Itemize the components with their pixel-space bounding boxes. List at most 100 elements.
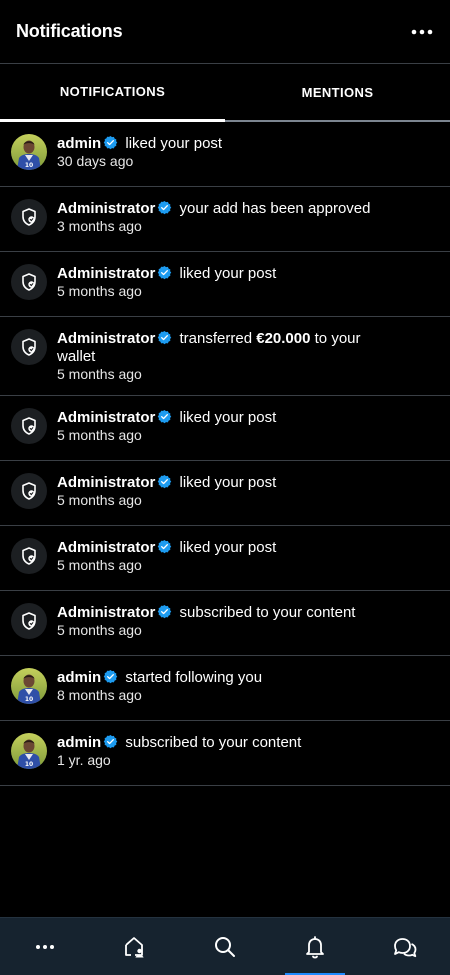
- home-user-icon: [125, 936, 144, 957]
- nav-home-button[interactable]: [105, 918, 165, 975]
- system-avatar[interactable]: [11, 329, 47, 365]
- user-name[interactable]: Administrator: [57, 474, 155, 491]
- user-name[interactable]: admin: [57, 734, 101, 751]
- notification-time: 30 days ago: [57, 153, 134, 169]
- notification-item[interactable]: Administrator subscribed to your content…: [0, 591, 450, 656]
- avatar[interactable]: 10: [11, 733, 47, 769]
- notification-content: admin started following you 8 months ago: [57, 668, 440, 704]
- notification-action: liked your post: [125, 135, 223, 152]
- notification-action: transferred: [179, 330, 253, 347]
- top-bar: Notifications: [0, 0, 450, 64]
- notification-action: subscribed to your content: [125, 734, 302, 751]
- search-icon: [215, 936, 235, 957]
- system-avatar[interactable]: [11, 603, 47, 639]
- notification-text: Administrator transferred €20.000 to you…: [57, 330, 440, 366]
- notification-content: Administrator liked your post 5 months ag…: [57, 538, 440, 574]
- notification-text: Administrator liked your post: [57, 409, 440, 427]
- user-name[interactable]: Administrator: [57, 604, 155, 621]
- verified-badge-icon: [158, 330, 172, 345]
- user-avatar-photo: 10: [11, 668, 47, 704]
- notification-time: 5 months ago: [57, 366, 142, 382]
- notification-time: 1 yr. ago: [57, 752, 111, 768]
- notification-time: 8 months ago: [57, 687, 142, 703]
- notification-time: 5 months ago: [57, 557, 142, 573]
- user-name[interactable]: admin: [57, 135, 101, 152]
- nav-messages-button[interactable]: [375, 918, 435, 975]
- system-avatar[interactable]: [11, 199, 47, 235]
- user-name[interactable]: Administrator: [57, 265, 155, 282]
- notification-item[interactable]: Administrator liked your post 5 months ag…: [0, 461, 450, 526]
- notification-time: 5 months ago: [57, 283, 142, 299]
- user-avatar-photo: 10: [11, 134, 47, 170]
- notification-text: Administrator liked your post: [57, 474, 440, 492]
- notification-item[interactable]: 10 admin subscribed to your content 1 yr. …: [0, 721, 450, 786]
- notifications-list: 10 admin liked your post 30 days ago Admini…: [0, 122, 450, 786]
- notification-suffix: to your: [314, 330, 361, 347]
- notification-item[interactable]: 10 admin liked your post 30 days ago: [0, 122, 450, 187]
- tab-notifications[interactable]: NOTIFICATIONS: [0, 64, 225, 122]
- system-avatar[interactable]: [11, 538, 47, 574]
- notification-content: admin subscribed to your content 1 yr. ag…: [57, 733, 440, 769]
- nav-menu-button[interactable]: [15, 918, 75, 975]
- nav-search-button[interactable]: [195, 918, 255, 975]
- tab-mentions-label: MENTIONS: [301, 84, 374, 100]
- notification-action: subscribed to your content: [179, 604, 356, 621]
- user-avatar-photo: 10: [11, 733, 47, 769]
- page-title: Notifications: [16, 21, 123, 41]
- avatar[interactable]: 10: [11, 668, 47, 704]
- more-horizontal-icon: [411, 29, 433, 34]
- notification-line2: wallet: [57, 348, 96, 365]
- verified-badge-icon: [158, 539, 172, 554]
- verified-badge-icon: [103, 669, 118, 684]
- notification-text: Administrator subscribed to your content: [57, 604, 440, 622]
- transfer-amount: €20.000: [256, 330, 311, 347]
- notification-text: admin liked your post: [57, 135, 440, 153]
- notification-item[interactable]: 10 admin started following you 8 months ag…: [0, 656, 450, 721]
- notification-content: admin liked your post 30 days ago: [57, 134, 440, 170]
- notification-content: Administrator liked your post 5 months ag…: [57, 264, 440, 300]
- user-name[interactable]: Administrator: [57, 200, 155, 217]
- verified-badge-icon: [103, 734, 118, 749]
- shield-icon: [22, 208, 36, 226]
- notification-time: 5 months ago: [57, 427, 142, 443]
- shield-icon: [22, 612, 36, 630]
- avatar[interactable]: 10: [11, 134, 47, 170]
- notification-item[interactable]: Administrator liked your post 5 months ag…: [0, 396, 450, 461]
- user-name[interactable]: admin: [57, 669, 101, 686]
- system-avatar[interactable]: [11, 264, 47, 300]
- more-horizontal-icon: [36, 944, 54, 949]
- notification-item[interactable]: Administrator your add has been approved…: [0, 187, 450, 252]
- notification-action: your add has been approved: [179, 200, 371, 217]
- notification-action: started following you: [125, 669, 263, 686]
- notification-content: Administrator liked your post 5 months ag…: [57, 408, 440, 444]
- chat-bubbles-icon: [394, 937, 417, 957]
- shield-icon: [22, 273, 36, 291]
- system-avatar[interactable]: [11, 408, 47, 444]
- shield-icon: [22, 338, 36, 356]
- notification-action: liked your post: [179, 539, 277, 556]
- notification-text: Administrator liked your post: [57, 265, 440, 283]
- notification-action: liked your post: [179, 265, 277, 282]
- user-name[interactable]: Administrator: [57, 539, 155, 556]
- notification-time: 5 months ago: [57, 492, 142, 508]
- user-name[interactable]: Administrator: [57, 330, 155, 347]
- verified-badge-icon: [158, 265, 172, 280]
- more-options-button[interactable]: [410, 20, 434, 44]
- notification-item[interactable]: Administrator liked your post 5 months ag…: [0, 252, 450, 317]
- bell-icon: [306, 935, 324, 958]
- verified-badge-icon: [158, 200, 172, 215]
- user-name[interactable]: Administrator: [57, 409, 155, 426]
- tab-notifications-label: NOTIFICATIONS: [59, 84, 166, 99]
- shield-icon: [22, 417, 36, 435]
- notification-content: Administrator transferred €20.000 to you…: [57, 329, 440, 383]
- verified-badge-icon: [158, 409, 172, 424]
- notification-item[interactable]: Administrator transferred €20.000 to you…: [0, 317, 450, 396]
- notification-time: 3 months ago: [57, 218, 142, 234]
- notification-item[interactable]: Administrator liked your post 5 months ag…: [0, 526, 450, 591]
- notification-action: liked your post: [179, 409, 277, 426]
- system-avatar[interactable]: [11, 473, 47, 509]
- nav-notifications-button[interactable]: [285, 918, 345, 975]
- notification-content: Administrator subscribed to your content…: [57, 603, 440, 639]
- tab-mentions[interactable]: MENTIONS: [225, 64, 450, 122]
- notification-action: liked your post: [179, 474, 277, 491]
